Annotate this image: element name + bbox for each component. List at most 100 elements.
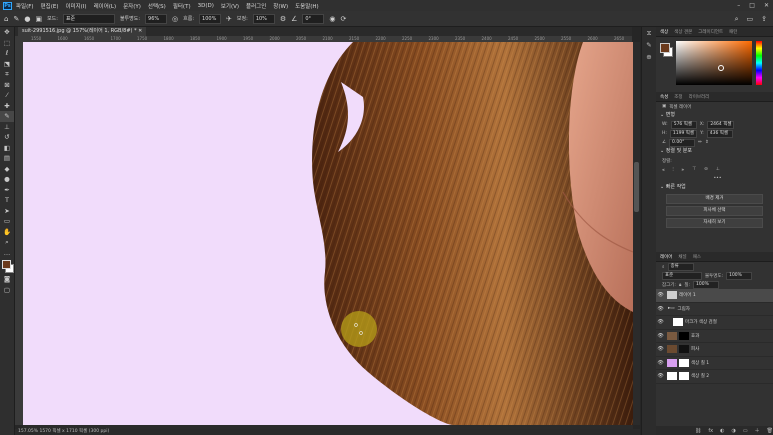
share-icon[interactable]: ⇪ bbox=[761, 15, 767, 23]
align-right-icon[interactable]: ⫸ bbox=[682, 167, 685, 173]
w-field[interactable]: 576 픽셀 bbox=[670, 120, 697, 129]
visibility-eye-icon[interactable]: 👁︎ bbox=[656, 360, 665, 366]
layer-kind-select[interactable]: 종류 bbox=[667, 262, 694, 271]
minimize-button[interactable]: – bbox=[737, 2, 740, 9]
lock-icon[interactable]: 🔒︎ bbox=[679, 282, 681, 288]
zoom-tool-icon[interactable]: ⌕ bbox=[0, 237, 14, 248]
menu-plugins[interactable]: 플러그인 bbox=[246, 2, 266, 10]
align-middle-icon[interactable]: ⊝ bbox=[704, 167, 708, 172]
menu-type[interactable]: 문자(Y) bbox=[123, 2, 141, 10]
visibility-eye-icon[interactable]: 👁︎ bbox=[656, 319, 665, 325]
visibility-eye-icon[interactable]: 👁︎ bbox=[656, 306, 665, 312]
clone-source-panel-icon[interactable]: ⊕ bbox=[642, 51, 656, 63]
pressure-size-icon[interactable]: ◉ bbox=[329, 15, 335, 23]
fx-icon[interactable]: fx bbox=[708, 428, 713, 434]
symmetry-icon[interactable]: ⟳ bbox=[340, 15, 346, 23]
vertical-scrollbar[interactable] bbox=[633, 42, 640, 425]
gradient-tool-icon[interactable]: ▤ bbox=[0, 153, 14, 164]
layer-row[interactable]: 👁︎ 효과 bbox=[656, 330, 773, 343]
object-select-tool-icon[interactable]: ⬔ bbox=[0, 59, 14, 70]
menu-filter[interactable]: 필터(T) bbox=[173, 2, 191, 10]
layer-row[interactable]: 👁︎ 피사 bbox=[656, 343, 773, 357]
angle-field[interactable]: 0.00° bbox=[669, 138, 696, 147]
brush-tool-icon[interactable]: ✎ bbox=[0, 111, 14, 122]
brush-preset-icon[interactable]: ● bbox=[24, 15, 30, 23]
color-field-cursor[interactable] bbox=[718, 65, 724, 71]
brush-settings-icon[interactable]: ▣ bbox=[35, 15, 42, 23]
color-field[interactable] bbox=[676, 41, 752, 85]
align-header[interactable]: ⌄ 정렬 및 분포 bbox=[656, 147, 773, 156]
quick-mask-icon[interactable]: ◙ bbox=[0, 274, 14, 285]
align-top-icon[interactable]: ⊤ bbox=[692, 167, 696, 172]
tab-layers[interactable]: 레이어 bbox=[660, 254, 672, 260]
menu-file[interactable]: 파일(F) bbox=[16, 2, 34, 10]
fill-field[interactable]: 100% bbox=[693, 280, 719, 289]
flip-v-icon[interactable]: ⇕ bbox=[705, 140, 709, 145]
path-select-tool-icon[interactable]: ➤ bbox=[0, 206, 14, 217]
h-field[interactable]: 1199 픽셀 bbox=[669, 129, 698, 138]
shape-tool-icon[interactable]: ▭ bbox=[0, 216, 14, 227]
trash-icon[interactable]: 🗑︎ bbox=[767, 428, 773, 434]
x-field[interactable]: 2464 픽셀 bbox=[707, 120, 735, 129]
canvas[interactable] bbox=[23, 42, 633, 425]
link-icon[interactable]: ⛓ bbox=[695, 428, 701, 434]
menu-help[interactable]: 도움말(H) bbox=[295, 2, 319, 10]
search-icon[interactable]: ⌕ bbox=[735, 15, 739, 24]
smoothing-field[interactable]: 10% bbox=[252, 13, 275, 24]
vertical-scroll-thumb[interactable] bbox=[634, 162, 639, 212]
lasso-tool-icon[interactable]: ℓ bbox=[0, 48, 14, 59]
crop-tool-icon[interactable]: ⌗ bbox=[0, 69, 14, 80]
adjustment-icon[interactable]: ◑ bbox=[732, 428, 736, 434]
flow-field[interactable]: 100% bbox=[199, 13, 222, 24]
tab-adjustments[interactable]: 조정 bbox=[674, 94, 682, 100]
workspace-icon[interactable]: ▭ bbox=[747, 15, 754, 23]
flip-h-icon[interactable]: ⇔ bbox=[698, 140, 702, 145]
screen-mode-icon[interactable]: ▢ bbox=[0, 285, 14, 296]
foreground-color-swatch[interactable] bbox=[2, 260, 11, 269]
gear-icon[interactable]: ⚙ bbox=[280, 15, 286, 23]
close-button[interactable]: ✕ bbox=[764, 2, 769, 9]
eyedropper-tool-icon[interactable]: ⁄ bbox=[0, 90, 14, 101]
stamp-tool-icon[interactable]: ⊥ bbox=[0, 122, 14, 133]
healing-tool-icon[interactable]: ✚ bbox=[0, 101, 14, 112]
tab-swatches[interactable]: 색상 견본 bbox=[674, 29, 692, 35]
remove-background-button[interactable]: 배경 제거 bbox=[666, 194, 763, 204]
menu-view[interactable]: 보기(V) bbox=[221, 2, 239, 10]
angle-field[interactable]: 0° bbox=[302, 13, 325, 24]
layer-row[interactable]: 👁︎ 색상 칠 1 bbox=[656, 357, 773, 370]
color-swatches[interactable] bbox=[0, 258, 14, 274]
maximize-button[interactable]: □ bbox=[749, 2, 755, 9]
layer-row[interactable]: 👁︎ ▸▭ 그림자 bbox=[656, 303, 773, 316]
visibility-eye-icon[interactable]: 👁︎ bbox=[656, 333, 665, 339]
tab-color[interactable]: 색상 bbox=[660, 29, 668, 35]
select-subject-button[interactable]: 피사체 선택 bbox=[666, 206, 763, 216]
brush-panel-icon[interactable]: ✎ bbox=[642, 39, 656, 51]
dodge-tool-icon[interactable]: ● bbox=[0, 174, 14, 185]
move-tool-icon[interactable]: ✥ bbox=[0, 27, 14, 38]
menu-image[interactable]: 이미지(I) bbox=[65, 2, 86, 10]
new-layer-icon[interactable]: ＋ bbox=[755, 427, 760, 434]
tab-paths[interactable]: 패스 bbox=[693, 254, 701, 260]
menu-layer[interactable]: 레이어(L) bbox=[94, 2, 117, 10]
visibility-eye-icon[interactable]: 👁︎ bbox=[656, 292, 665, 298]
align-left-icon[interactable]: ⫷ bbox=[662, 167, 665, 173]
pen-tool-icon[interactable]: ✒ bbox=[0, 185, 14, 196]
marquee-tool-icon[interactable]: ⬚ bbox=[0, 38, 14, 49]
tab-libraries[interactable]: 라이브러리 bbox=[689, 94, 710, 100]
group-icon[interactable]: ▭ bbox=[743, 428, 748, 434]
learn-more-button[interactable]: 자세히 보기 bbox=[666, 218, 763, 228]
transform-header[interactable]: ⌄ 변형 bbox=[656, 111, 773, 120]
blend-mode-select[interactable]: 표준 bbox=[662, 271, 702, 280]
tab-patterns[interactable]: 패턴 bbox=[729, 29, 737, 35]
tab-channels[interactable]: 채널 bbox=[678, 254, 686, 260]
pressure-opacity-icon[interactable]: ◎ bbox=[172, 15, 178, 23]
history-panel-icon[interactable]: ⧖ bbox=[642, 27, 656, 39]
panel-foreground-swatch[interactable] bbox=[660, 43, 670, 53]
opacity-field[interactable]: 96% bbox=[145, 13, 168, 24]
type-tool-icon[interactable]: T bbox=[0, 195, 14, 206]
history-brush-icon[interactable]: ↺ bbox=[0, 132, 14, 143]
visibility-eye-icon[interactable]: 👁︎ bbox=[656, 346, 665, 352]
hand-tool-icon[interactable]: ✋ bbox=[0, 227, 14, 238]
tab-close-icon[interactable]: ✕ bbox=[138, 28, 142, 34]
layer-row[interactable]: 👁︎ 레이어 1 bbox=[656, 289, 773, 303]
